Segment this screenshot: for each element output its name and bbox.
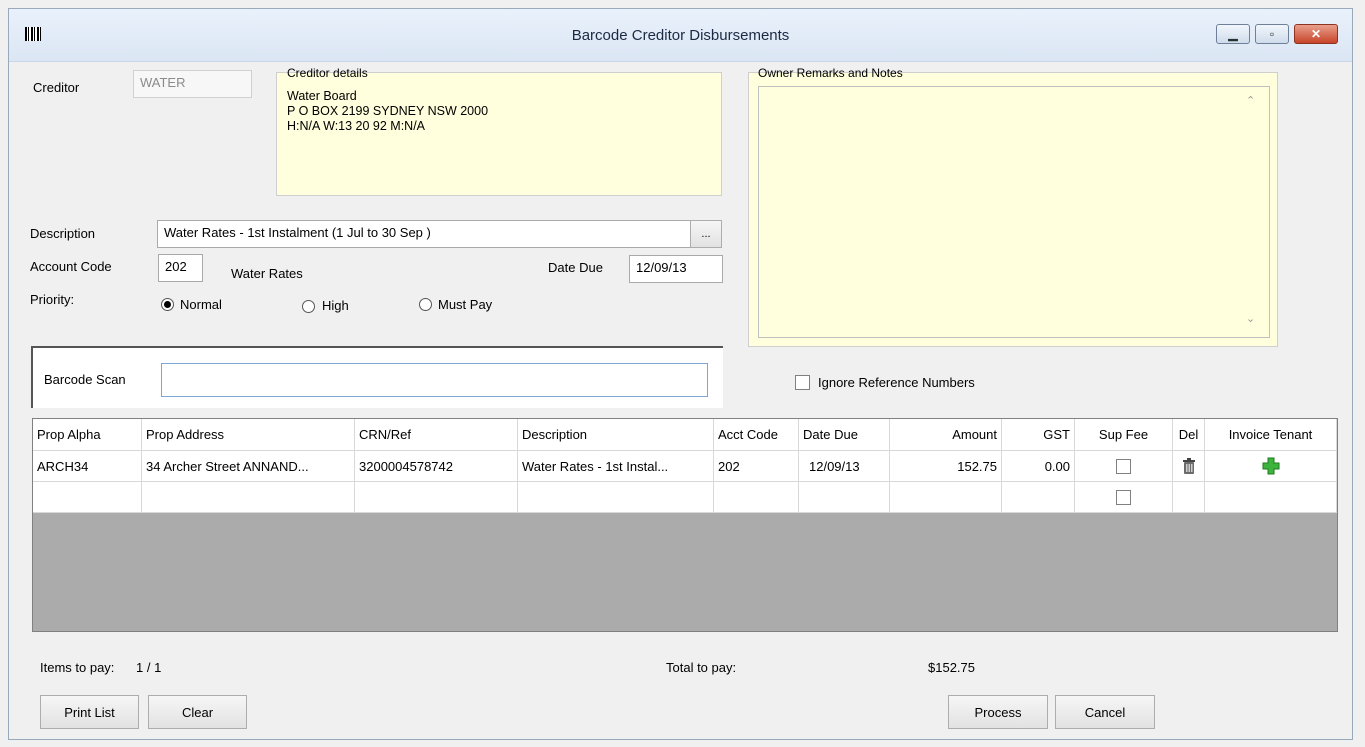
cell-crn-ref[interactable]: 3200004578742 (355, 451, 518, 482)
description-input[interactable]: Water Rates - 1st Instalment (1 Jul to 3… (157, 220, 691, 248)
minimize-button[interactable]: ▁ (1216, 24, 1250, 44)
column-header-del[interactable]: Del (1173, 419, 1205, 451)
column-header-amount[interactable]: Amount (890, 419, 1002, 451)
column-header-crn-ref[interactable]: CRN/Ref (355, 419, 518, 451)
description-browse-button[interactable]: ... (690, 220, 722, 248)
cell-prop-address[interactable]: 34 Archer Street ANNAND... (142, 451, 355, 482)
total-to-pay-label: Total to pay: (666, 660, 737, 675)
column-header-invoice-tenant[interactable]: Invoice Tenant (1205, 419, 1337, 451)
ignore-reference-checkbox[interactable] (795, 375, 810, 390)
creditor-details-line-1: Water Board (287, 89, 357, 103)
priority-normal-radio[interactable] (161, 298, 174, 311)
cell-date-due[interactable] (799, 482, 890, 513)
grid-header-row: Prop Alpha Prop Address CRN/Ref Descript… (33, 419, 1337, 451)
date-due-label: Date Due (548, 260, 603, 275)
cell-amount[interactable]: 152.75 (890, 451, 1002, 482)
maximize-button[interactable]: ▫ (1255, 24, 1289, 44)
date-due-input[interactable]: 12/09/13 (629, 255, 723, 283)
items-to-pay-value: 1 / 1 (136, 660, 162, 675)
column-header-prop-alpha[interactable]: Prop Alpha (33, 419, 142, 451)
cell-del (1173, 451, 1205, 482)
title-bar: Barcode Creditor Disbursements ▁ ▫ ✕ (9, 9, 1352, 62)
table-row-new[interactable] (33, 482, 1337, 513)
cell-prop-alpha[interactable] (33, 482, 142, 513)
ignore-reference-label: Ignore Reference Numbers (818, 375, 975, 390)
cancel-button[interactable]: Cancel (1055, 695, 1155, 729)
clear-button[interactable]: Clear (148, 695, 247, 729)
cell-date-due[interactable]: 12/09/13 (799, 451, 890, 482)
process-button[interactable]: Process (948, 695, 1048, 729)
plus-icon[interactable] (1262, 457, 1280, 475)
cell-prop-address[interactable] (142, 482, 355, 513)
priority-high-label: High (322, 298, 349, 313)
creditor-details-line-3: H:N/A W:13 20 92 M:N/A (287, 119, 426, 133)
window-title: Barcode Creditor Disbursements (571, 27, 790, 44)
column-header-sup-fee[interactable]: Sup Fee (1075, 419, 1173, 451)
cell-invoice-tenant (1205, 451, 1337, 482)
minimize-icon: ▁ (1228, 27, 1238, 41)
cell-gst[interactable] (1002, 482, 1075, 513)
cell-del (1173, 482, 1205, 513)
description-label: Description (30, 226, 96, 241)
cell-crn-ref[interactable] (355, 482, 518, 513)
sup-fee-checkbox[interactable] (1116, 458, 1131, 474)
column-header-acct-code[interactable]: Acct Code (714, 419, 799, 451)
cell-sup-fee (1075, 482, 1173, 513)
priority-must-pay-label: Must Pay (438, 297, 493, 312)
column-header-prop-address[interactable]: Prop Address (142, 419, 355, 451)
column-header-description[interactable]: Description (518, 419, 714, 451)
barcode-scan-input[interactable] (161, 363, 708, 397)
scroll-up-icon[interactable]: ⌃ (1246, 94, 1255, 107)
disbursement-grid: Prop Alpha Prop Address CRN/Ref Descript… (32, 418, 1338, 632)
close-icon: ✕ (1310, 27, 1322, 41)
cell-acct-code[interactable]: 202 (714, 451, 799, 482)
cell-invoice-tenant (1205, 482, 1337, 513)
barcode-scan-label: Barcode Scan (44, 372, 126, 387)
items-to-pay-label: Items to pay: (40, 660, 115, 675)
account-code-input[interactable]: 202 (158, 254, 203, 282)
cell-prop-alpha[interactable]: ARCH34 (33, 451, 142, 482)
account-code-name: Water Rates (231, 266, 303, 281)
remarks-textarea[interactable] (758, 86, 1270, 338)
sup-fee-checkbox[interactable] (1116, 489, 1131, 505)
scroll-down-icon[interactable]: ⌄ (1246, 312, 1255, 325)
column-header-date-due[interactable]: Date Due (799, 419, 890, 451)
creditor-details-line-2: P O BOX 2199 SYDNEY NSW 2000 (287, 104, 489, 118)
trash-icon[interactable] (1181, 457, 1197, 475)
priority-normal-label: Normal (180, 297, 222, 312)
table-row[interactable]: ARCH34 34 Archer Street ANNAND... 320000… (33, 451, 1337, 482)
creditor-label: Creditor (33, 80, 80, 95)
creditor-input[interactable]: WATER (133, 70, 252, 98)
print-list-button[interactable]: Print List (40, 695, 139, 729)
remarks-label: Owner Remarks and Notes (758, 66, 903, 80)
cell-sup-fee (1075, 451, 1173, 482)
maximize-icon: ▫ (1269, 27, 1275, 41)
priority-label: Priority: (30, 292, 75, 307)
creditor-details-label: Creditor details (287, 66, 368, 80)
cell-description[interactable] (518, 482, 714, 513)
total-to-pay-value: $152.75 (928, 660, 975, 675)
cell-gst[interactable]: 0.00 (1002, 451, 1075, 482)
close-button[interactable]: ✕ (1294, 24, 1338, 44)
priority-must-pay-radio[interactable] (419, 298, 432, 311)
account-code-label: Account Code (30, 259, 112, 274)
priority-high-radio[interactable] (302, 300, 315, 313)
column-header-gst[interactable]: GST (1002, 419, 1075, 451)
cell-description[interactable]: Water Rates - 1st Instal... (518, 451, 714, 482)
cell-amount[interactable] (890, 482, 1002, 513)
cell-acct-code[interactable] (714, 482, 799, 513)
